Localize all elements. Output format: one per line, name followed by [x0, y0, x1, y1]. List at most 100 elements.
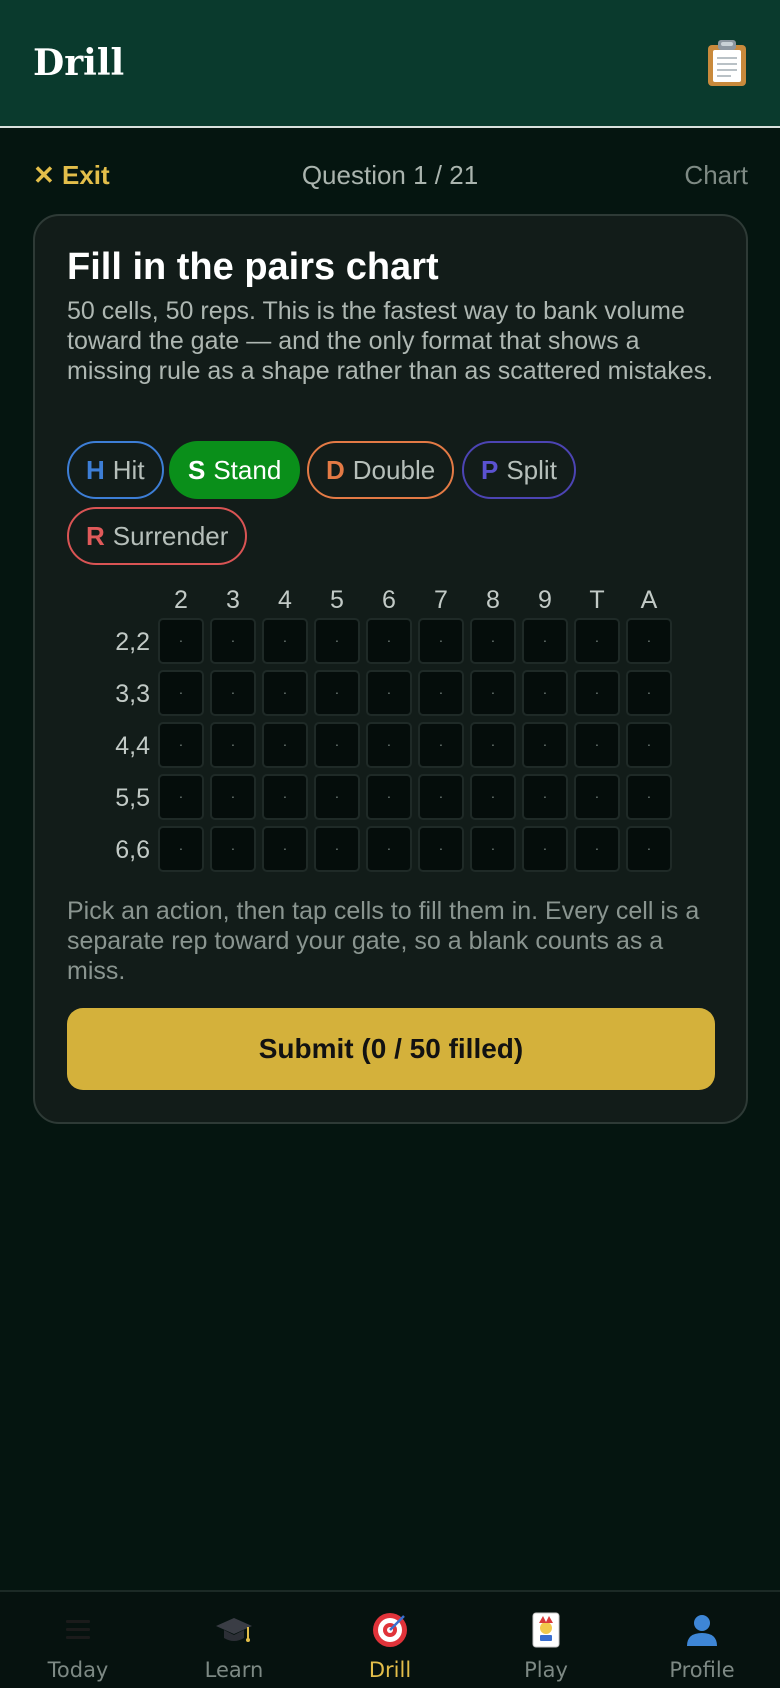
grid-cell[interactable]: ·: [574, 670, 620, 716]
grid-cell[interactable]: ·: [522, 826, 568, 872]
grid-cell[interactable]: ·: [418, 618, 464, 664]
grid-cell[interactable]: ·: [470, 670, 516, 716]
grid-cell[interactable]: ·: [314, 722, 360, 768]
grid-cell[interactable]: ·: [574, 826, 620, 872]
grid-cell[interactable]: ·: [262, 618, 308, 664]
grid-cell[interactable]: ·: [158, 826, 204, 872]
grid-cell[interactable]: ·: [626, 826, 672, 872]
grid-row-header: 6,6: [115, 836, 150, 864]
drill-card: Fill in the pairs chart 50 cells, 50 rep…: [33, 214, 748, 1124]
grid-cell[interactable]: ·: [470, 774, 516, 820]
action-double-button[interactable]: D Double: [307, 441, 455, 499]
grid-cell[interactable]: ·: [314, 826, 360, 872]
grid-cell[interactable]: ·: [158, 722, 204, 768]
action-label: Split: [506, 455, 557, 485]
grid-column-header: 6: [382, 586, 396, 614]
nav-item-play[interactable]: Play: [468, 1592, 624, 1688]
grid-cell[interactable]: ·: [158, 618, 204, 664]
action-stand-button[interactable]: S Stand: [169, 441, 301, 499]
clipboard-icon[interactable]: [704, 38, 750, 88]
grid-cell[interactable]: ·: [158, 774, 204, 820]
grid-cell[interactable]: ·: [574, 618, 620, 664]
grid-cell[interactable]: ·: [522, 618, 568, 664]
action-label: Surrender: [112, 521, 229, 551]
grid-cell[interactable]: ·: [158, 670, 204, 716]
grid-cell[interactable]: ·: [366, 618, 412, 664]
joker-card-icon: [526, 1610, 566, 1650]
grid-cell[interactable]: ·: [470, 618, 516, 664]
nav-label: Learn: [204, 1658, 264, 1682]
action-label: Stand: [213, 455, 282, 485]
grid-row-header: 4,4: [115, 732, 150, 760]
grid-cell[interactable]: ·: [262, 670, 308, 716]
grid-cell[interactable]: ·: [626, 670, 672, 716]
action-label: Hit: [112, 455, 145, 485]
grid-column-header: 2: [174, 586, 188, 614]
grid-cell[interactable]: ·: [210, 670, 256, 716]
grid-cell[interactable]: ·: [262, 722, 308, 768]
grid-cell[interactable]: ·: [210, 826, 256, 872]
grid-cell[interactable]: ·: [262, 826, 308, 872]
grid-row-header: 3,3: [115, 680, 150, 708]
nav-item-learn[interactable]: Learn: [156, 1592, 312, 1688]
grid-cell[interactable]: ·: [574, 774, 620, 820]
grid-cell[interactable]: ·: [210, 774, 256, 820]
nav-label: Drill: [368, 1658, 412, 1682]
grid-cell[interactable]: ·: [418, 722, 464, 768]
grid-row-header: 5,5: [115, 784, 150, 812]
grid-cell[interactable]: ·: [366, 774, 412, 820]
grid-column-header: 4: [278, 586, 292, 614]
grid-cell[interactable]: ·: [314, 774, 360, 820]
nav-item-drill[interactable]: Drill: [312, 1592, 468, 1688]
graduation-cap-icon: [214, 1610, 254, 1650]
action-key: H: [86, 455, 105, 485]
grid-cell[interactable]: ·: [418, 826, 464, 872]
grid-cell[interactable]: ·: [626, 722, 672, 768]
grid-cell[interactable]: ·: [522, 722, 568, 768]
nav-item-today[interactable]: Today: [0, 1592, 156, 1688]
grid-cell[interactable]: ·: [574, 722, 620, 768]
grid-cell[interactable]: ·: [210, 618, 256, 664]
grid-cell[interactable]: ·: [626, 618, 672, 664]
action-key: S: [188, 455, 206, 485]
menu-icon: [58, 1610, 98, 1650]
person-icon: [682, 1610, 722, 1650]
target-icon: [370, 1610, 410, 1650]
grid-column-header: 8: [486, 586, 500, 614]
grid-cell[interactable]: ·: [210, 722, 256, 768]
pairs-chart-grid: 2 3 4 5 6 7 8 9 T A 2,2 · · · · · · · · · · 3,3 · · · · · · · · · · 4,4 ·…: [35, 586, 750, 886]
app-root: Drill ✕ Exit Question 1 / 21 Chart Fill …: [0, 0, 780, 1688]
action-surrender-button[interactable]: R Surrender: [67, 507, 248, 565]
submit-button[interactable]: Submit (0 / 50 filled): [67, 1008, 715, 1090]
grid-row-header: 2,2: [115, 628, 150, 656]
grid-cell[interactable]: ·: [418, 670, 464, 716]
chart-button[interactable]: Chart: [684, 160, 748, 191]
drill-subbar: ✕ Exit Question 1 / 21 Chart: [0, 150, 780, 200]
grid-cell[interactable]: ·: [522, 670, 568, 716]
bottom-nav: Today Learn Drill Play Profile: [0, 1590, 780, 1688]
card-title: Fill in the pairs chart: [67, 246, 439, 288]
grid-cell[interactable]: ·: [366, 722, 412, 768]
action-hit-button[interactable]: H Hit: [67, 441, 164, 499]
grid-cell[interactable]: ·: [470, 722, 516, 768]
grid-cell[interactable]: ·: [626, 774, 672, 820]
action-label: Double: [352, 455, 436, 485]
nav-label: Profile: [669, 1658, 735, 1682]
grid-cell[interactable]: ·: [418, 774, 464, 820]
grid-column-header: 3: [226, 586, 240, 614]
grid-column-header: 7: [434, 586, 448, 614]
question-counter: Question 1 / 21: [301, 160, 479, 190]
nav-label: Today: [47, 1658, 109, 1682]
nav-item-profile[interactable]: Profile: [624, 1592, 780, 1688]
grid-cell[interactable]: ·: [366, 826, 412, 872]
grid-cell[interactable]: ·: [314, 618, 360, 664]
grid-cell[interactable]: ·: [366, 670, 412, 716]
grid-cell[interactable]: ·: [314, 670, 360, 716]
action-split-button[interactable]: P Split: [462, 441, 576, 499]
grid-column-header: T: [589, 586, 605, 614]
action-key: P: [481, 455, 499, 485]
instructions-text: Pick an action, then tap cells to fill t…: [67, 897, 700, 985]
grid-cell[interactable]: ·: [262, 774, 308, 820]
grid-cell[interactable]: ·: [522, 774, 568, 820]
grid-cell[interactable]: ·: [470, 826, 516, 872]
